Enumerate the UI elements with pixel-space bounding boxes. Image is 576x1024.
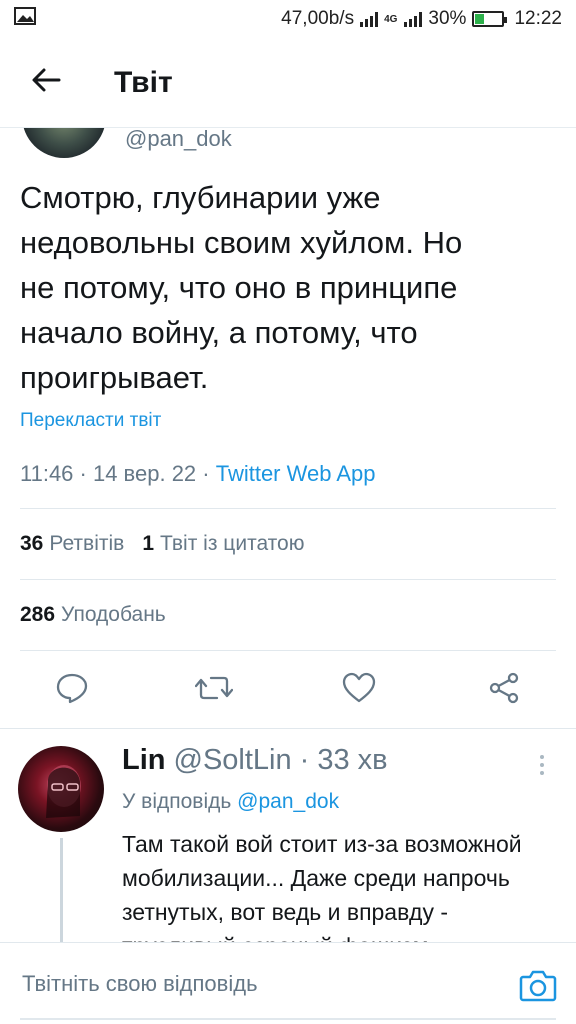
divider bbox=[20, 579, 556, 580]
battery-fill bbox=[475, 14, 484, 24]
reply-text-line: зетнутых, вот ведь и вправду - bbox=[122, 899, 449, 925]
compose-underline bbox=[20, 1018, 556, 1020]
retweet-icon bbox=[194, 671, 234, 710]
tweet-actions bbox=[0, 665, 576, 715]
reply-to-handle[interactable]: @pan_dok bbox=[237, 790, 339, 813]
section-divider bbox=[0, 728, 576, 729]
retweets-label: Ретвітів bbox=[49, 532, 125, 555]
likes-stat[interactable]: 286 Уподобань bbox=[20, 603, 166, 627]
divider bbox=[20, 650, 556, 651]
reply-author-name[interactable]: Lin bbox=[122, 744, 166, 777]
page-title: Твіт bbox=[114, 65, 173, 99]
tweet-text-line: недовольны своим хуйлом. Но bbox=[20, 225, 463, 260]
share-icon bbox=[487, 671, 521, 710]
battery-icon bbox=[472, 11, 508, 27]
top-app-bar: Твіт bbox=[0, 38, 576, 128]
back-arrow-icon bbox=[31, 67, 61, 98]
author-handle[interactable]: @pan_dok bbox=[125, 126, 232, 152]
divider bbox=[20, 508, 556, 509]
tweet-text: Смотрю, глубинарии уже недовольны своим … bbox=[20, 175, 560, 400]
clock: 12:22 bbox=[514, 8, 562, 29]
reply-author-handle[interactable]: @SoltLin bbox=[174, 744, 292, 777]
tweet-stats-row: 36 Ретвітів 1 Твіт із цитатою bbox=[20, 532, 304, 556]
reply-compose-bar: Твітніть свою відповідь bbox=[0, 942, 576, 1024]
signal-icon-2 bbox=[404, 11, 423, 27]
tweet-text-line: Смотрю, глубинарии уже bbox=[20, 180, 381, 215]
like-icon bbox=[341, 671, 377, 710]
image-notification-icon bbox=[14, 6, 36, 32]
likes-count: 286 bbox=[20, 603, 56, 626]
tweet-text-line: не потому, что оно в принципе bbox=[20, 270, 458, 305]
camera-icon bbox=[518, 970, 558, 1009]
reply-text-line: мобилизации... Даже среди напрочь bbox=[122, 865, 510, 891]
status-bar-left bbox=[14, 6, 36, 32]
network-type: 4G bbox=[384, 13, 398, 25]
retweets-count: 36 bbox=[20, 532, 44, 555]
reply-time: · 33 хв bbox=[299, 744, 388, 776]
tweet-meta: 11:46 · 14 вер. 22 · Twitter Web App bbox=[20, 461, 376, 487]
share-button[interactable] bbox=[479, 665, 529, 715]
like-button[interactable] bbox=[334, 665, 384, 715]
camera-button[interactable] bbox=[518, 965, 558, 1005]
likes-stats-row: 286 Уподобань bbox=[20, 603, 166, 627]
more-options-icon[interactable] bbox=[530, 750, 554, 780]
tweet-timestamp: 11:46 · 14 вер. 22 · bbox=[20, 461, 216, 486]
status-bar: 47,00b/s 4G 30% 12:22 bbox=[0, 0, 576, 38]
signal-icon bbox=[360, 11, 379, 27]
quotes-count: 1 bbox=[142, 532, 154, 555]
likes-label: Уподобань bbox=[61, 603, 166, 626]
tweet-text-line: начало войну, а потому, что bbox=[20, 315, 418, 350]
quotes-label: Твіт із цитатою bbox=[160, 532, 305, 555]
retweet-button[interactable] bbox=[189, 665, 239, 715]
tweet-text-line: проигрывает. bbox=[20, 360, 209, 395]
reply-text-line: Там такой вой стоит из-за возможной bbox=[122, 831, 522, 857]
reply-author-avatar[interactable] bbox=[18, 746, 104, 832]
battery-percent: 30% bbox=[428, 8, 467, 29]
reply-header: Lin @SoltLin · 33 хв bbox=[122, 744, 388, 777]
reply-icon bbox=[55, 671, 89, 710]
reply-to-label: У відповідь bbox=[122, 790, 232, 813]
network-speed: 47,00b/s bbox=[281, 8, 355, 29]
back-button[interactable] bbox=[0, 38, 92, 128]
translate-tweet-link[interactable]: Перекласти твіт bbox=[20, 410, 161, 432]
reply-button[interactable] bbox=[47, 665, 97, 715]
tweet-source-link[interactable]: Twitter Web App bbox=[216, 461, 376, 486]
reply-to-line: У відповідь @pan_dok bbox=[122, 790, 339, 814]
retweets-stat[interactable]: 36 Ретвітів bbox=[20, 532, 124, 556]
thread-line bbox=[60, 838, 63, 948]
reply-input[interactable]: Твітніть свою відповідь bbox=[22, 971, 258, 997]
quotes-stat[interactable]: 1 Твіт із цитатою bbox=[142, 532, 304, 556]
status-bar-right: 47,00b/s 4G 30% 12:22 bbox=[281, 8, 562, 30]
